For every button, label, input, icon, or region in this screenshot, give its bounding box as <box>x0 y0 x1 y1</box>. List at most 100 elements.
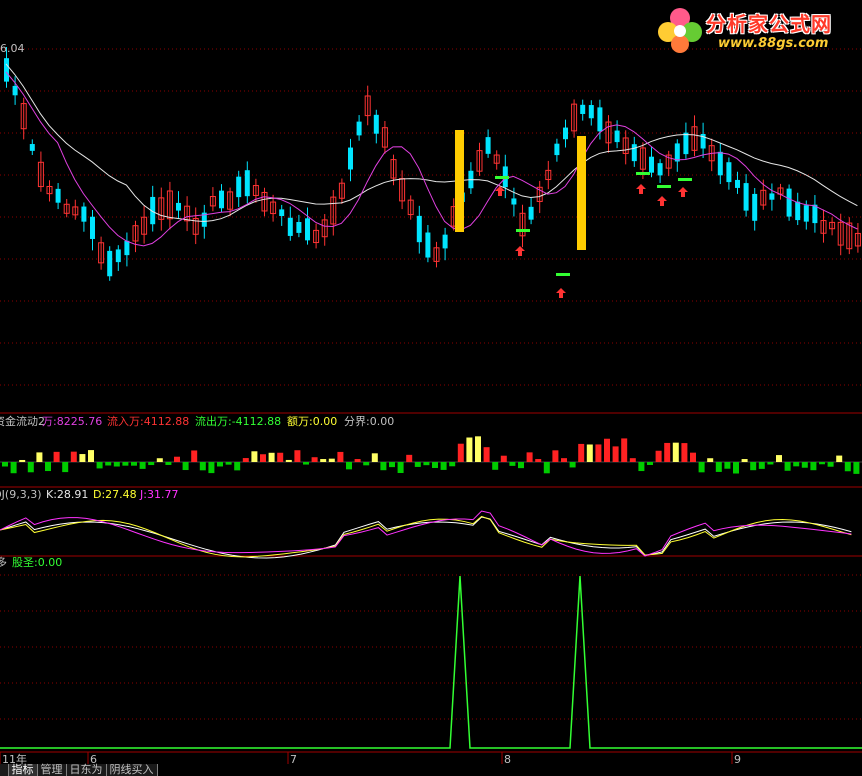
buy-arrow-icon <box>636 184 646 194</box>
flow-bar <box>346 462 352 470</box>
candle-body <box>803 205 809 222</box>
flow-bar <box>337 451 344 462</box>
flow-bar <box>311 457 318 462</box>
flow-bar <box>251 451 258 462</box>
flow-bar <box>328 458 335 462</box>
flow-panel[interactable] <box>0 436 862 474</box>
flow-bar <box>750 462 757 471</box>
candle-body <box>769 193 775 200</box>
candle-body <box>219 190 224 209</box>
flow-bar <box>612 446 619 462</box>
flow-net: 额万:0.00 <box>287 415 338 428</box>
candle-body <box>649 156 654 173</box>
candle-body <box>356 121 362 136</box>
flow-bar <box>629 458 636 462</box>
flow-bar <box>638 462 645 472</box>
flow-bar <box>62 462 69 473</box>
kdj-k: K:28.91 <box>46 488 89 501</box>
ma-purple-line <box>5 71 858 247</box>
flow-bar <box>389 462 395 468</box>
flow-bar <box>260 454 266 462</box>
candle-body <box>752 193 758 221</box>
candle-body <box>485 137 491 154</box>
tab-bear-buy[interactable]: 阴线买入 <box>106 764 158 776</box>
flow-bar <box>96 462 103 469</box>
flow-bar <box>217 462 223 467</box>
kdj-d: D:27.48 <box>93 488 137 501</box>
candle-body <box>554 143 560 156</box>
candle-body <box>373 114 379 134</box>
flow-bar <box>397 462 404 474</box>
flow-bar <box>475 436 481 462</box>
tab-daily[interactable]: 日东为 <box>66 764 107 776</box>
candle-body <box>588 105 594 119</box>
tab-manage[interactable]: 管理 <box>37 764 67 776</box>
flow-bar <box>457 443 464 462</box>
candle-body <box>717 151 723 176</box>
candle-body <box>244 170 250 197</box>
flow-bar <box>767 462 774 465</box>
flow-bar <box>741 459 748 462</box>
flow-bar <box>509 462 516 466</box>
flow-bar <box>552 450 559 462</box>
kdj-panel[interactable] <box>0 510 852 559</box>
flow-bar <box>242 458 249 462</box>
candle-body <box>279 209 285 217</box>
kdj-j: J:31.77 <box>140 488 179 501</box>
candle-body <box>580 104 586 114</box>
candle-body <box>236 176 242 198</box>
flow-bar <box>36 452 43 462</box>
flow-bar <box>681 443 688 462</box>
flow-bar <box>827 462 834 467</box>
flow-bar <box>414 462 421 467</box>
flow-bar <box>285 459 292 462</box>
candle-body <box>107 250 113 277</box>
buy-arrow-icon <box>556 288 566 298</box>
flow-bar <box>466 437 473 462</box>
flow-bar <box>113 462 120 467</box>
flow-bar <box>182 462 189 471</box>
signal-panel[interactable] <box>0 575 862 749</box>
buy-arrow-icon <box>678 187 688 197</box>
flow-bar <box>148 462 155 466</box>
flow-bar <box>423 462 430 466</box>
flow-bar <box>578 443 585 462</box>
flow-bar <box>569 462 576 468</box>
signal-marker <box>636 172 650 175</box>
flow-bar <box>810 462 817 471</box>
flow-bar <box>363 462 370 466</box>
candle-body <box>795 201 801 221</box>
candle-body <box>296 222 302 233</box>
flow-bar <box>225 462 232 465</box>
candle-body <box>726 162 732 183</box>
candle-body <box>124 240 130 256</box>
flow-bar <box>518 462 524 469</box>
signal-bar <box>455 130 464 232</box>
flow-bar <box>294 450 301 462</box>
flow-bar <box>707 458 714 462</box>
flow-bar <box>165 462 172 465</box>
tab-indicator[interactable]: 指标 <box>8 764 38 776</box>
grid-lines <box>0 48 862 753</box>
signal-marker <box>678 178 692 181</box>
candle-body <box>287 217 293 236</box>
price-panel[interactable] <box>4 47 861 298</box>
flow-bar <box>690 452 696 462</box>
signal-name: 多 <box>0 556 7 569</box>
candle-body <box>674 143 680 162</box>
candle-body <box>511 198 517 205</box>
clover-logo-icon <box>658 8 702 53</box>
flow-bar <box>758 462 765 469</box>
flow-outflow: 流出万:-4112.88 <box>195 415 282 428</box>
chart-stage: 11年 6 7 8 9 <box>0 47 862 766</box>
flow-bar <box>70 451 77 462</box>
flow-bar <box>440 462 447 470</box>
candle-body <box>657 163 663 176</box>
signal-line <box>0 575 862 749</box>
flow-total: 万:8225.76 <box>42 415 103 428</box>
flow-bar <box>784 462 791 471</box>
flow-bar <box>492 462 499 470</box>
flow-bar <box>819 462 825 465</box>
candle-body <box>614 130 620 143</box>
top-price-label: 6.04 <box>0 42 25 55</box>
